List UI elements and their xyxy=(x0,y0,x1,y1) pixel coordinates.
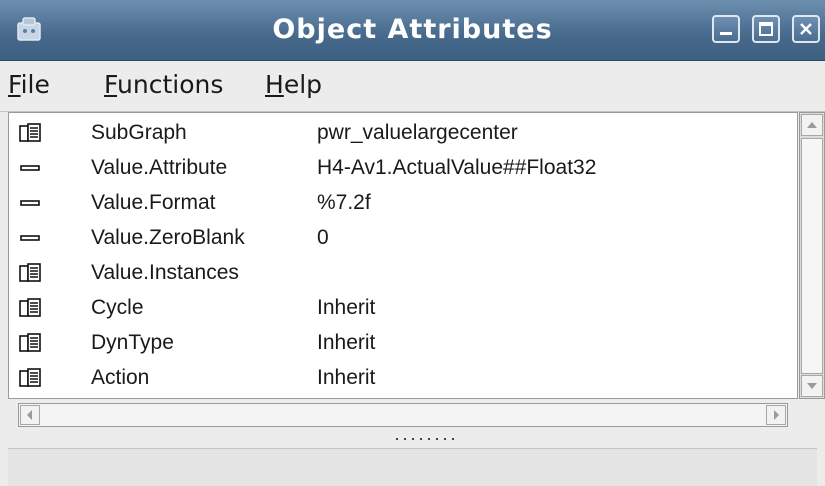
attribute-value: %7.2f xyxy=(317,191,371,214)
vertical-scrollbar[interactable] xyxy=(799,112,825,399)
scroll-left-button[interactable] xyxy=(20,405,40,425)
arrow-right-icon xyxy=(774,410,779,420)
menu-file-accel: F xyxy=(8,70,21,99)
menu-file[interactable]: File xyxy=(8,61,50,111)
attribute-value: H4-Av1.ActualValue##Float32 xyxy=(317,156,597,179)
arrow-left-icon xyxy=(27,410,32,420)
folder-icon xyxy=(19,263,41,282)
maximize-icon xyxy=(759,22,773,36)
attribute-icon xyxy=(20,165,40,171)
folder-icon xyxy=(19,123,41,142)
scroll-up-button[interactable] xyxy=(801,114,823,136)
menu-bar: File Functions Help xyxy=(0,61,825,112)
arrow-down-icon xyxy=(807,383,817,389)
scroll-down-button[interactable] xyxy=(801,375,823,397)
attribute-value: pwr_valuelargecenter xyxy=(317,121,518,144)
attribute-name: Value.ZeroBlank xyxy=(91,226,245,249)
menu-functions[interactable]: Functions xyxy=(104,61,223,111)
attribute-name: SubGraph xyxy=(91,121,187,144)
attribute-icon xyxy=(20,200,40,206)
status-area xyxy=(8,448,817,486)
menu-help[interactable]: Help xyxy=(265,61,322,111)
attribute-name: Value.Attribute xyxy=(91,156,228,179)
arrow-up-icon xyxy=(807,122,817,128)
attribute-icon xyxy=(20,235,40,241)
attribute-row[interactable]: Value.Format %7.2f xyxy=(9,185,797,220)
maximize-button[interactable] xyxy=(752,15,780,43)
attribute-list: SubGraph pwr_valuelargecenter Value.Attr… xyxy=(8,112,798,399)
attribute-row[interactable]: Action Inherit xyxy=(9,360,797,395)
attribute-row[interactable]: Value.ZeroBlank 0 xyxy=(9,220,797,255)
attribute-value: Inherit xyxy=(317,296,376,319)
menu-help-accel: H xyxy=(265,70,284,99)
horizontal-scrollbar[interactable] xyxy=(18,403,788,427)
attribute-value: Inherit xyxy=(317,366,376,389)
folder-icon xyxy=(19,298,41,317)
close-button[interactable] xyxy=(792,15,820,43)
title-bar[interactable]: Object Attributes xyxy=(0,0,825,61)
attribute-value: 0 xyxy=(317,226,329,249)
attribute-value: Inherit xyxy=(317,331,376,354)
attribute-name: Cycle xyxy=(91,296,144,319)
attribute-row[interactable]: Value.Attribute H4-Av1.ActualValue##Floa… xyxy=(9,150,797,185)
minimize-icon xyxy=(720,32,732,35)
attribute-name: Action xyxy=(91,366,150,389)
pane-resize-grip-icon[interactable] xyxy=(394,436,460,442)
object-attributes-window: Object Attributes File Functions Help Su… xyxy=(0,0,825,486)
minimize-button[interactable] xyxy=(712,15,740,43)
menu-functions-label: unctions xyxy=(117,70,224,99)
folder-icon xyxy=(19,368,41,387)
attribute-name: Value.Instances xyxy=(91,261,239,284)
menu-help-label: elp xyxy=(283,70,323,99)
folder-icon xyxy=(19,333,41,352)
menu-file-label: ile xyxy=(20,70,50,99)
attribute-row[interactable]: Value.Instances xyxy=(9,255,797,290)
vertical-scroll-thumb[interactable] xyxy=(801,138,823,374)
attribute-row[interactable]: Cycle Inherit xyxy=(9,290,797,325)
window-title: Object Attributes xyxy=(272,14,553,45)
attribute-row[interactable]: DynType Inherit xyxy=(9,325,797,360)
attribute-row[interactable]: SubGraph pwr_valuelargecenter xyxy=(9,115,797,150)
attribute-name: Value.Format xyxy=(91,191,216,214)
scroll-right-button[interactable] xyxy=(766,405,786,425)
menu-functions-accel: F xyxy=(104,70,118,99)
close-icon xyxy=(800,23,812,35)
attribute-name: DynType xyxy=(91,331,174,354)
